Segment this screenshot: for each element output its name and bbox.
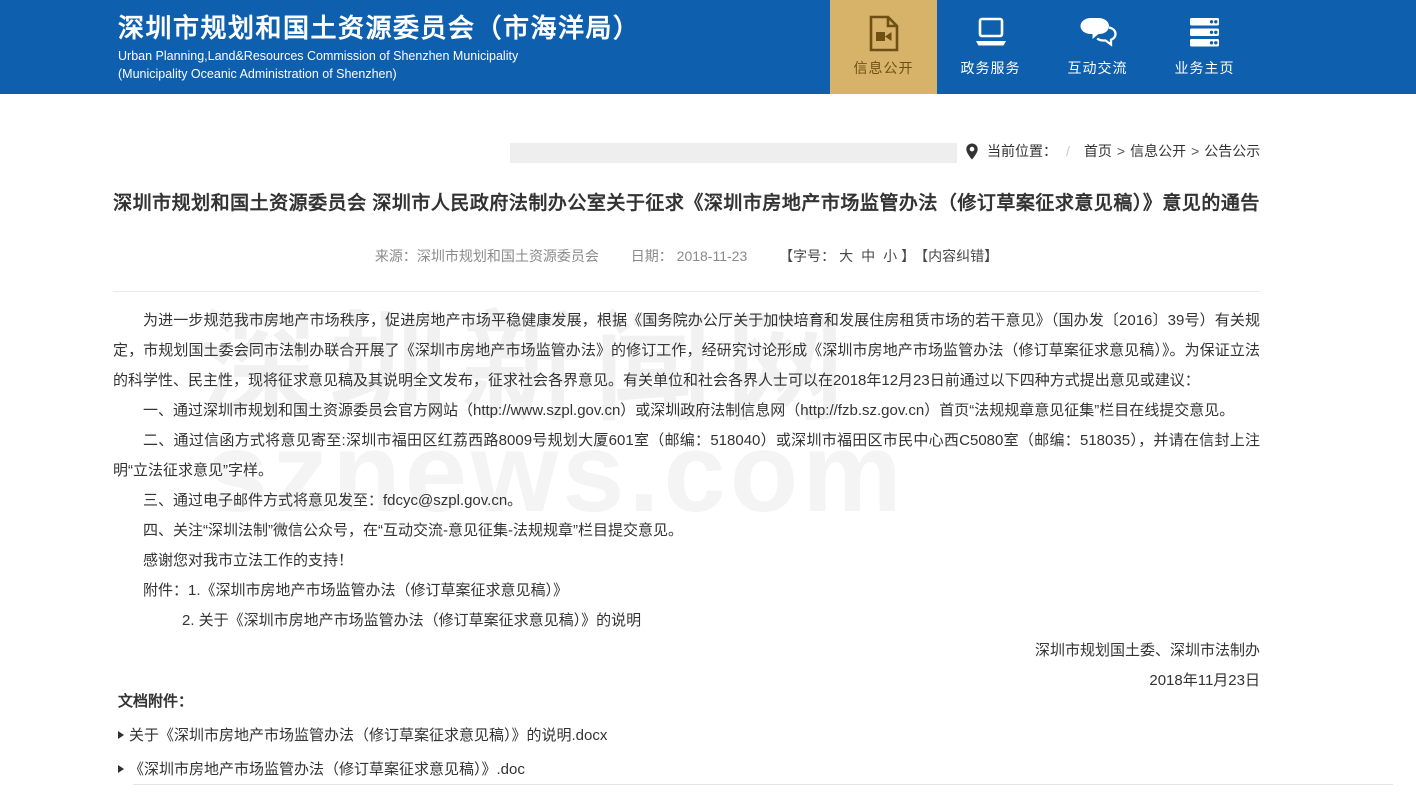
- article-paragraph: 一、通过深圳市规划和国土资源委员会官方网站（http://www.szpl.go…: [113, 396, 1260, 426]
- article-paragraph: 四、关注“深圳法制”微信公众号，在“互动交流-意见征集-法规规章”栏目提交意见。: [113, 516, 1260, 546]
- article-body: 为进一步规范我市房地产市场秩序，促进房地产市场平稳健康发展，根据《国务院办公厅关…: [113, 306, 1260, 696]
- site-subtitle-line2: (Municipality Oceanic Administration of …: [118, 66, 641, 84]
- font-size-prefix: 【字号：: [779, 248, 835, 264]
- date-value: 2018-11-23: [677, 248, 748, 264]
- breadcrumb: 当前位置： / 首页 > 信息公开 > 公告公示: [966, 141, 1265, 161]
- primary-nav: 信息公开 政务服务 互动交流: [830, 0, 1258, 94]
- breadcrumb-bar: [510, 143, 957, 163]
- breadcrumb-separator: >: [1191, 143, 1199, 159]
- article-signature: 深圳市规划国土委、深圳市法制办: [113, 636, 1260, 666]
- laptop-icon: [972, 12, 1010, 54]
- font-size-medium-button[interactable]: 中: [861, 248, 875, 264]
- site-brand: 深圳市规划和国土资源委员会（市海洋局） Urban Planning,Land&…: [118, 0, 641, 94]
- server-stack-icon: [1186, 12, 1223, 54]
- font-size-large-button[interactable]: 大: [839, 248, 853, 264]
- breadcrumb-slash: /: [1066, 143, 1070, 159]
- attachment-arrow-icon: [118, 765, 124, 773]
- breadcrumb-item-notices[interactable]: 公告公示: [1204, 141, 1260, 161]
- attachment-file-link[interactable]: 《深圳市房地产市场监管办法（修订草案征求意见稿）》.doc: [129, 758, 525, 779]
- article-paragraph: 二、通过信函方式将意见寄至:深圳市福田区红荔西路8009号规划大厦601室（邮编…: [113, 426, 1260, 486]
- nav-tab-government-services[interactable]: 政务服务: [937, 0, 1044, 94]
- attachments-section: 文档附件： 关于《深圳市房地产市场监管办法（修订草案征求意见稿）》的说明.doc…: [118, 690, 607, 779]
- article-source: 来源：深圳市规划和国土资源委员会: [375, 248, 599, 264]
- article: 深圳市规划和国土资源委员会 深圳市人民政府法制办公室关于征求《深圳市房地产市场监…: [113, 188, 1260, 696]
- nav-tab-business-home[interactable]: 业务主页: [1151, 0, 1258, 94]
- article-title: 深圳市规划和国土资源委员会 深圳市人民政府法制办公室关于征求《深圳市房地产市场监…: [113, 188, 1260, 215]
- article-paragraph: 感谢您对我市立法工作的支持！: [113, 546, 1260, 576]
- breadcrumb-separator: >: [1117, 143, 1125, 159]
- meta-divider: [113, 291, 1260, 292]
- article-date: 日期： 2018-11-23: [631, 248, 747, 264]
- page: 深圳市规划和国土资源委员会（市海洋局） Urban Planning,Land&…: [0, 0, 1416, 793]
- article-paragraph-appendix-2: 2. 关于《深圳市房地产市场监管办法（修订草案征求意见稿）》的说明: [113, 606, 1260, 636]
- nav-tab-interaction[interactable]: 互动交流: [1044, 0, 1151, 94]
- attachment-link-row[interactable]: 关于《深圳市房地产市场监管办法（修订草案征求意见稿）》的说明.docx: [118, 724, 607, 745]
- attachments-heading: 文档附件：: [118, 690, 607, 711]
- location-pin-icon: [966, 143, 978, 160]
- site-title: 深圳市规划和国土资源委员会（市海洋局）: [118, 13, 641, 43]
- nav-tab-label: 政务服务: [961, 58, 1021, 78]
- breadcrumb-item-home[interactable]: 首页: [1084, 141, 1112, 161]
- site-subtitle-line1: Urban Planning,Land&Resources Commission…: [118, 48, 641, 66]
- attachment-arrow-icon: [118, 731, 124, 739]
- breadcrumb-item-information[interactable]: 信息公开: [1130, 141, 1186, 161]
- font-size-suffix: 】: [901, 248, 915, 264]
- site-subtitle-en: Urban Planning,Land&Resources Commission…: [118, 48, 641, 83]
- nav-tab-label: 互动交流: [1068, 58, 1128, 78]
- date-label: 日期：: [631, 248, 673, 264]
- site-header: 深圳市规划和国土资源委员会（市海洋局） Urban Planning,Land&…: [0, 0, 1416, 94]
- article-meta: 来源：深圳市规划和国土资源委员会 日期： 2018-11-23 【字号：大中小】…: [113, 246, 1260, 266]
- font-size-control: 【字号：大中小】【内容纠错】: [779, 248, 998, 264]
- chat-bubbles-icon: [1078, 12, 1118, 54]
- content-correction-button[interactable]: 【内容纠错】: [921, 248, 998, 264]
- breadcrumb-location-label: 当前位置：: [987, 141, 1057, 161]
- article-paragraph-appendix-1: 附件：1.《深圳市房地产市场监管办法（修订草案征求意见稿）》: [113, 576, 1260, 606]
- source-value: 深圳市规划和国土资源委员会: [417, 248, 599, 264]
- nav-tab-label: 信息公开: [854, 58, 914, 78]
- nav-tab-information-disclosure[interactable]: 信息公开: [830, 0, 937, 94]
- attachment-file-link[interactable]: 关于《深圳市房地产市场监管办法（修订草案征求意见稿）》的说明.docx: [129, 724, 607, 745]
- font-size-small-button[interactable]: 小: [883, 248, 897, 264]
- article-paragraph: 为进一步规范我市房地产市场秩序，促进房地产市场平稳健康发展，根据《国务院办公厅关…: [113, 306, 1260, 396]
- article-paragraph: 三、通过电子邮件方式将意见发至：fdcyc@szpl.gov.cn。: [113, 486, 1260, 516]
- attachment-link-row[interactable]: 《深圳市房地产市场监管办法（修订草案征求意见稿）》.doc: [118, 758, 607, 779]
- bottom-divider: [133, 784, 1393, 785]
- source-label: 来源：: [375, 248, 417, 264]
- nav-tab-label: 业务主页: [1175, 58, 1235, 78]
- document-media-icon: [868, 12, 900, 54]
